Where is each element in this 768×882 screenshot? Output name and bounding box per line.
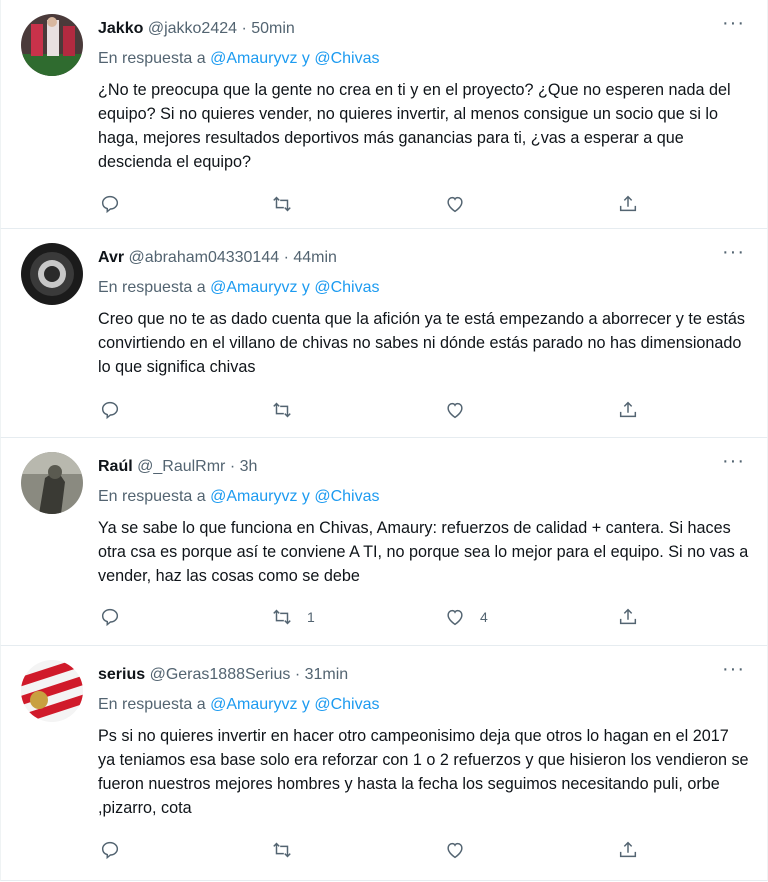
tweet-actions (1, 395, 767, 425)
separator: · (294, 666, 301, 683)
share-icon (619, 841, 637, 858)
reply-icon (101, 608, 119, 627)
more-icon[interactable]: ··· (722, 12, 745, 35)
separator: · (283, 249, 289, 266)
reply-context: En respuesta a @Amauryvz y @Chivas (98, 277, 380, 299)
tweet-header: Raúl @_RaulRmr · 3h (98, 456, 747, 478)
more-icon[interactable]: ··· (722, 241, 745, 264)
avatar[interactable] (21, 452, 83, 514)
timestamp[interactable]: 3h (240, 458, 258, 475)
mention-link[interactable]: @Chivas (314, 488, 379, 505)
reply-button[interactable] (99, 395, 121, 425)
retweet-icon (273, 402, 291, 418)
tweet[interactable]: Jakko @jakko2424 · 50min ··· En respuest… (0, 0, 768, 229)
tweet-actions: 1 4 (1, 602, 767, 632)
share-button[interactable] (617, 602, 639, 632)
retweet-icon (273, 609, 291, 625)
tweet-header: serius @Geras1888Serius · 31min (98, 664, 747, 686)
mention-link[interactable]: @Chivas (314, 279, 379, 296)
tweet-header: Jakko @jakko2424 · 50min (98, 18, 747, 40)
like-button[interactable] (444, 189, 480, 219)
avatar[interactable] (21, 660, 83, 722)
user-handle[interactable]: @abraham04330144 (129, 249, 280, 266)
display-name[interactable]: Jakko (98, 20, 143, 37)
reply-conjunction: y (301, 50, 310, 67)
reply-context: En respuesta a @Amauryvz y @Chivas (98, 486, 380, 508)
more-icon[interactable]: ··· (722, 658, 745, 681)
timestamp[interactable]: 31min (305, 666, 349, 683)
reply-icon (101, 841, 119, 860)
more-icon[interactable]: ··· (722, 450, 745, 473)
tweet[interactable]: Avr @abraham04330144 · 44min ··· En resp… (0, 229, 768, 438)
like-button[interactable] (444, 395, 480, 425)
reply-context: En respuesta a @Amauryvz y @Chivas (98, 48, 380, 70)
mention-link[interactable]: @Amauryvz (210, 488, 297, 505)
timestamp[interactable]: 50min (251, 20, 295, 37)
share-icon (619, 401, 637, 418)
retweet-icon (273, 842, 291, 858)
mention-link[interactable]: @Amauryvz (210, 696, 297, 713)
reply-prefix: En respuesta a (98, 696, 206, 713)
reply-button[interactable] (99, 835, 121, 865)
reply-icon (101, 401, 119, 420)
reply-prefix: En respuesta a (98, 488, 206, 505)
share-button[interactable] (617, 395, 639, 425)
reply-button[interactable] (99, 602, 121, 632)
share-icon (619, 608, 637, 625)
reply-prefix: En respuesta a (98, 50, 206, 67)
timestamp[interactable]: 44min (293, 249, 337, 266)
tweet-feed: Jakko @jakko2424 · 50min ··· En respuest… (0, 0, 768, 882)
tweet-header: Avr @abraham04330144 · 44min (98, 247, 747, 269)
retweet-button[interactable] (271, 395, 307, 425)
retweet-button[interactable]: 1 (271, 602, 315, 632)
share-icon (619, 195, 637, 212)
display-name[interactable]: serius (98, 666, 145, 683)
like-button[interactable]: 4 (444, 602, 488, 632)
like-button[interactable] (444, 835, 480, 865)
retweet-button[interactable] (271, 189, 307, 219)
reply-conjunction: y (301, 696, 310, 713)
reply-conjunction: y (301, 488, 310, 505)
like-icon (447, 402, 463, 419)
mention-link[interactable]: @Amauryvz (210, 279, 297, 296)
avatar[interactable] (21, 14, 83, 76)
separator: · (241, 20, 247, 37)
like-icon (447, 609, 463, 626)
reply-conjunction: y (301, 279, 310, 296)
reply-button[interactable] (99, 189, 121, 219)
display-name[interactable]: Avr (98, 249, 124, 266)
tweet-text: Creo que no te as dado cuenta que la afi… (98, 310, 746, 376)
retweet-count: 1 (307, 609, 315, 625)
tweet-actions (1, 835, 767, 865)
retweet-icon (273, 196, 291, 212)
like-count: 4 (480, 609, 488, 625)
user-handle[interactable]: @Geras1888Serius (150, 666, 291, 683)
reply-icon (101, 195, 119, 214)
display-name[interactable]: Raúl (98, 458, 133, 475)
tweet-actions (1, 189, 767, 219)
reply-context: En respuesta a @Amauryvz y @Chivas (98, 694, 380, 716)
tweet[interactable]: Raúl @_RaulRmr · 3h ··· En respuesta a @… (0, 438, 768, 646)
mention-link[interactable]: @Chivas (314, 696, 379, 713)
tweet-text: ¿No te preocupa que la gente no crea en … (98, 81, 731, 171)
like-icon (447, 842, 463, 859)
tweet-text: Ya se sabe lo que funciona en Chivas, Am… (98, 519, 749, 585)
avatar[interactable] (21, 243, 83, 305)
mention-link[interactable]: @Amauryvz (210, 50, 297, 67)
like-icon (447, 196, 463, 213)
reply-prefix: En respuesta a (98, 279, 206, 296)
share-button[interactable] (617, 835, 639, 865)
tweet-text: Ps si no quieres invertir en hacer otro … (98, 727, 749, 817)
user-handle[interactable]: @jakko2424 (148, 20, 237, 37)
separator: · (229, 458, 236, 475)
user-handle[interactable]: @_RaulRmr (137, 458, 225, 475)
share-button[interactable] (617, 189, 639, 219)
retweet-button[interactable] (271, 835, 307, 865)
mention-link[interactable]: @Chivas (314, 50, 379, 67)
tweet[interactable]: serius @Geras1888Serius · 31min ··· En r… (0, 646, 768, 881)
